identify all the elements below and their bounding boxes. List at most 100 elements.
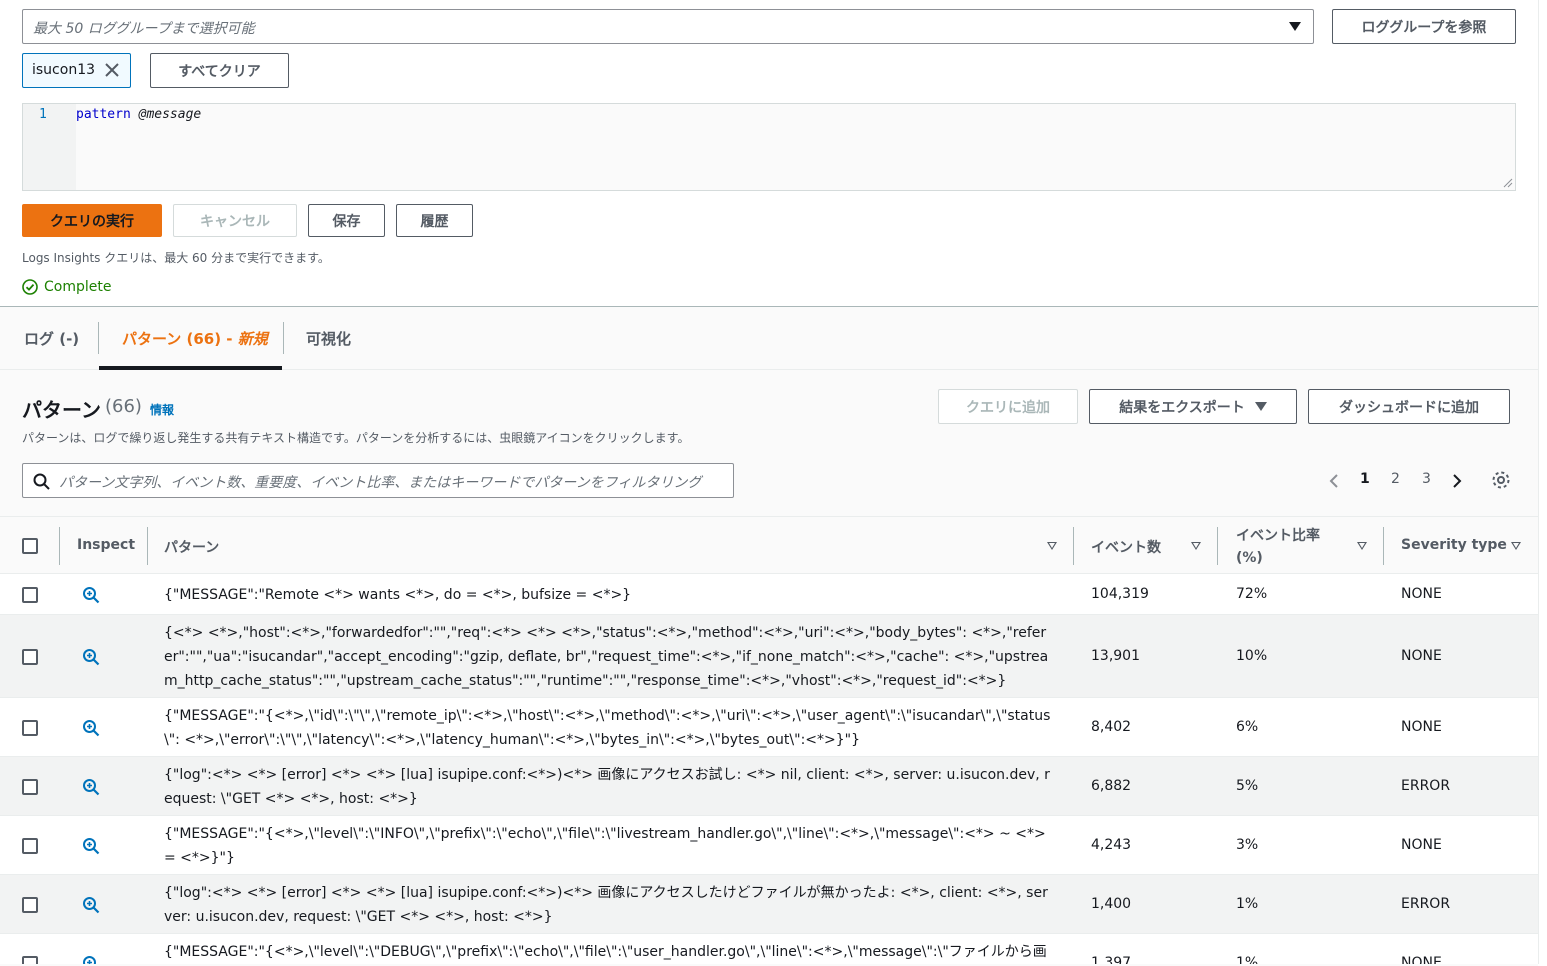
page-1[interactable]: 1 xyxy=(1360,471,1370,487)
row-checkbox[interactable] xyxy=(22,778,38,795)
event-count: 13,901 xyxy=(1091,647,1140,664)
sort-icon[interactable] xyxy=(1357,542,1367,550)
severity-type: NONE xyxy=(1401,718,1442,735)
run-query-button[interactable]: クエリの実行 xyxy=(22,204,162,237)
tab-separator xyxy=(98,322,99,354)
loggroup-select-placeholder: 最大 50 ロググループまで選択可能 xyxy=(33,21,255,37)
pattern-text: {"MESSAGE":"Remote <*> wants <*>, do = <… xyxy=(164,586,632,603)
close-icon[interactable] xyxy=(104,62,120,78)
event-ratio: 5% xyxy=(1236,777,1259,794)
zoom-in-icon[interactable] xyxy=(82,648,100,666)
query-editor[interactable]: 1 pattern @message xyxy=(22,103,1516,191)
sort-icon[interactable] xyxy=(1191,542,1201,550)
pattern-text: {"log":<*> <*> [error] <*> <*> [lua] isu… xyxy=(164,766,1050,807)
severity-type: NONE xyxy=(1401,647,1442,664)
row-checkbox[interactable] xyxy=(22,955,38,964)
selected-loggroup-label: isucon13 xyxy=(32,62,96,78)
zoom-in-icon[interactable] xyxy=(82,719,100,737)
row-checkbox[interactable] xyxy=(22,586,38,603)
sort-icon[interactable] xyxy=(1511,542,1521,550)
patterns-title: パターン xyxy=(22,398,101,422)
table-row: {<*> <*>,"host":<*>,"forwardedfor":"","r… xyxy=(0,615,1538,698)
zoom-in-icon[interactable] xyxy=(82,955,100,965)
filter-placeholder: パターン文字列、イベント数、重要度、イベント比率、またはキーワードでパターンをフ… xyxy=(59,475,702,491)
row-checkbox[interactable] xyxy=(22,719,38,736)
resize-handle-icon[interactable] xyxy=(1501,176,1513,188)
query-status: Complete xyxy=(22,279,111,295)
sort-icon[interactable] xyxy=(1047,542,1057,550)
clear-all-button[interactable]: すべてクリア xyxy=(150,53,289,88)
chevron-left-icon[interactable] xyxy=(1328,473,1340,489)
row-checkbox[interactable] xyxy=(22,896,38,913)
pattern-text: {"MESSAGE":"{<*>,\"level\":\"INFO\",\"pr… xyxy=(164,825,1046,866)
info-link[interactable]: 情報 xyxy=(150,401,174,418)
select-all-checkbox[interactable] xyxy=(22,538,38,554)
event-ratio: 3% xyxy=(1236,836,1259,853)
table-row: {"MESSAGE":"{<*>,\"level\":\"DEBUG\",\"p… xyxy=(0,934,1538,964)
event-count: 4,243 xyxy=(1091,836,1132,853)
query-keyword: pattern xyxy=(76,107,131,122)
table-row: {"MESSAGE":"{<*>,\"level\":\"INFO\",\"pr… xyxy=(0,816,1538,875)
event-count: 104,319 xyxy=(1091,585,1149,602)
zoom-in-icon[interactable] xyxy=(82,837,100,855)
zoom-in-icon[interactable] xyxy=(82,778,100,796)
selected-loggroup-token: isucon13 xyxy=(22,53,131,88)
tab-patterns-new-badge: 新規 xyxy=(237,330,268,348)
export-results-label: 結果をエクスポート xyxy=(1119,399,1245,416)
event-ratio: 6% xyxy=(1236,718,1259,735)
tab-logs[interactable]: ログ (-) xyxy=(24,328,79,349)
page-2[interactable]: 2 xyxy=(1391,471,1400,487)
severity-type: ERROR xyxy=(1401,777,1451,794)
column-separator xyxy=(147,527,148,565)
patterns-count: (66) xyxy=(105,396,142,417)
event-ratio: 72% xyxy=(1236,585,1268,602)
add-to-dashboard-button[interactable]: ダッシュボードに追加 xyxy=(1308,389,1510,424)
pattern-text: {"MESSAGE":"{<*>,\"id\":\"\",\"remote_ip… xyxy=(164,707,1051,748)
cancel-button[interactable]: キャンセル xyxy=(173,204,297,237)
gear-icon[interactable] xyxy=(1491,470,1511,490)
column-pattern[interactable]: パターン xyxy=(164,537,219,557)
severity-type: ERROR xyxy=(1401,895,1451,912)
event-count: 6,882 xyxy=(1091,777,1132,794)
editor-gutter: 1 xyxy=(23,104,76,190)
event-ratio: 10% xyxy=(1236,647,1268,664)
column-separator xyxy=(1073,527,1074,565)
event-count: 1,400 xyxy=(1091,895,1132,912)
page-3[interactable]: 3 xyxy=(1422,471,1431,487)
status-text: Complete xyxy=(44,279,112,295)
tab-separator xyxy=(283,322,284,354)
loggroup-select[interactable]: 最大 50 ロググループまで選択可能 xyxy=(22,9,1314,44)
history-button[interactable]: 履歴 xyxy=(396,204,473,237)
patterns-description: パターンは、ログで繰り返し発生する共有テキスト構造です。パターンを分析するには、… xyxy=(22,431,690,445)
row-checkbox[interactable] xyxy=(22,648,38,665)
pattern-text: {<*> <*>,"host":<*>,"forwardedfor":"","r… xyxy=(164,624,1049,689)
event-ratio: 1% xyxy=(1236,895,1259,912)
event-count: 8,402 xyxy=(1091,718,1132,735)
line-number: 1 xyxy=(39,107,47,122)
table-row: {"MESSAGE":"Remote <*> wants <*>, do = <… xyxy=(0,574,1538,615)
chevron-right-icon[interactable] xyxy=(1451,473,1463,489)
event-count: 1,397 xyxy=(1091,954,1132,965)
pattern-filter-input[interactable]: パターン文字列、イベント数、重要度、イベント比率、またはキーワードでパターンをフ… xyxy=(22,463,734,498)
table-row: {"log":<*> <*> [error] <*> <*> [lua] isu… xyxy=(0,875,1538,934)
add-to-query-button[interactable]: クエリに追加 xyxy=(938,389,1078,424)
table-header: Inspect パターン イベント数 イベント比率 (%) Severity t… xyxy=(0,517,1538,574)
zoom-in-icon[interactable] xyxy=(82,586,100,604)
row-checkbox[interactable] xyxy=(22,837,38,854)
column-events[interactable]: イベント数 xyxy=(1091,537,1161,557)
column-severity[interactable]: Severity type xyxy=(1401,537,1507,553)
column-separator xyxy=(1383,527,1384,565)
table-row: {"log":<*> <*> [error] <*> <*> [lua] isu… xyxy=(0,757,1538,816)
save-button[interactable]: 保存 xyxy=(308,204,385,237)
tab-patterns-label: パターン (66) - xyxy=(122,330,238,348)
tab-visualization[interactable]: 可視化 xyxy=(306,328,351,349)
caret-down-icon xyxy=(1254,402,1267,411)
column-ratio[interactable]: イベント比率 (%) xyxy=(1236,525,1336,569)
zoom-in-icon[interactable] xyxy=(82,896,100,914)
browse-loggroups-button[interactable]: ロググループを参照 xyxy=(1332,9,1516,44)
page-scrollbar[interactable] xyxy=(1538,0,1547,964)
query-code[interactable]: pattern @message xyxy=(76,107,201,122)
active-tab-indicator xyxy=(99,366,282,370)
export-results-button[interactable]: 結果をエクスポート xyxy=(1089,389,1297,424)
tab-patterns[interactable]: パターン (66) - 新規 xyxy=(122,328,268,349)
